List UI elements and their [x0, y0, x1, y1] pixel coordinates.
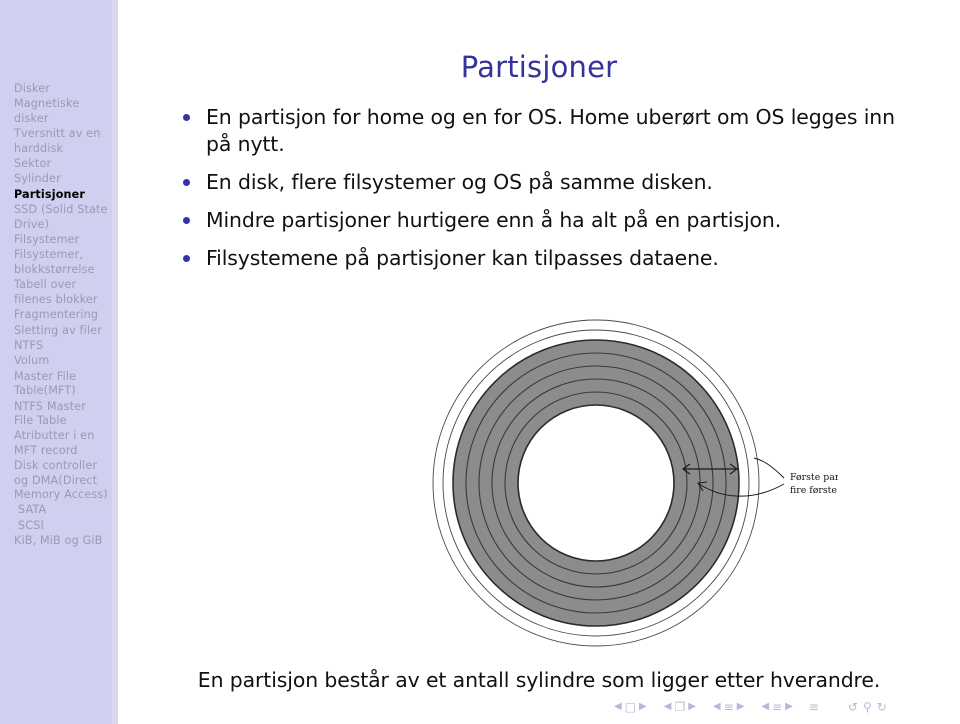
sidebar-item-label: KiB, MiB og GiB	[14, 534, 103, 548]
list-item-text: Mindre partisjoner hurtigere enn å ha al…	[206, 208, 782, 232]
list-item-text: Filsystemene på partisjoner kan tilpasse…	[206, 246, 719, 270]
disk-rings	[432, 319, 760, 647]
page-title: Partisjoner	[460, 50, 618, 84]
sidebar-item-label: NTFS	[14, 338, 44, 352]
sidebar-item-label: NTFS Master File Table	[14, 399, 86, 427]
prev-slide-icon[interactable]: ◀	[612, 702, 624, 712]
sidebar-item-disker[interactable]: Disker	[0, 82, 112, 96]
list-item-text: En disk, flere filsystemer og OS på samm…	[206, 170, 713, 194]
sidebar-item-label: SATA	[18, 503, 47, 517]
sidebar-item-scsi[interactable]: SCSI	[0, 519, 112, 533]
sidebar-item-label: Magnetiske disker	[14, 97, 80, 125]
sidebar-item-master-file-table[interactable]: Master File Table(MFT)	[0, 370, 112, 399]
sidebar-item-label: Disker	[14, 82, 51, 95]
frame-icon[interactable]: ❐	[673, 701, 686, 713]
sidebar-item-label: Sektor	[14, 157, 52, 171]
list-item: Mindre partisjoner hurtigere enn å ha al…	[180, 207, 905, 234]
sidebar-item-label: Volum	[14, 354, 50, 368]
bullet-dot-icon	[183, 179, 190, 186]
disk-platter-diagram: Første partisjon er her de fire første s…	[418, 288, 838, 678]
subsection-icon[interactable]: ≡	[723, 701, 735, 713]
sidebar-item-fragmentering[interactable]: Fragmentering	[0, 308, 112, 322]
diagram-annotation-line1: Første partisjon er her de	[790, 472, 838, 483]
sidebar-item-sletting-av-filer[interactable]: Sletting av filer	[0, 324, 112, 338]
sidebar-item-filsystemer[interactable]: Filsystemer	[0, 233, 112, 247]
slide-nav-group[interactable]: ◀ □ ▶	[612, 701, 649, 713]
sidebar-item-label: Master File Table(MFT)	[14, 369, 77, 398]
bullet-dot-icon	[183, 217, 190, 224]
sidebar-item-volum[interactable]: Volum	[0, 354, 112, 368]
sidebar-item-label: SCSI	[18, 518, 44, 532]
next-frame-icon[interactable]: ▶	[686, 702, 698, 712]
next-slide-icon[interactable]: ▶	[637, 702, 649, 712]
slide-root: Disker Magnetiske disker Tversnitt av en…	[0, 0, 960, 724]
next-section-icon[interactable]: ▶	[783, 702, 795, 712]
search-icon[interactable]: ⚲	[862, 701, 873, 713]
prev-section-icon[interactable]: ◀	[759, 702, 771, 712]
section-nav-group[interactable]: ◀ ≡ ▶	[759, 701, 794, 713]
sidebar-item-tabell-over-filenes-blokker[interactable]: Tabell over filenes blokker	[0, 278, 112, 307]
sidebar-item-label: Atributter i en MFT record	[14, 429, 95, 457]
frame-nav-group[interactable]: ◀ ❐ ▶	[662, 701, 698, 713]
sidebar-item-sektor[interactable]: Sektor	[0, 157, 112, 171]
sidebar-item-ssd[interactable]: SSD (Solid State Drive)	[0, 203, 112, 232]
sidebar-item-label: SSD (Solid State Drive)	[14, 203, 108, 231]
sidebar-item-label: Partisjoner	[14, 187, 86, 201]
list-item-text: En partisjon for home og en for OS. Home…	[206, 105, 895, 156]
sidebar-item-disk-controller-dma[interactable]: Disk controller og DMA(Direct Memory Acc…	[0, 459, 112, 502]
sidebar-item-label: Tabell over filenes blokker	[14, 278, 98, 306]
bullet-dot-icon	[183, 255, 190, 262]
list-item: Filsystemene på partisjoner kan tilpasse…	[180, 245, 905, 272]
sidebar-item-atributter-i-en-mft-record[interactable]: Atributter i en MFT record	[0, 429, 112, 458]
sidebar-item-label: Fragmentering	[14, 308, 99, 322]
back-icon[interactable]: ↺	[847, 701, 859, 713]
sidebar-item-ntfs[interactable]: NTFS	[0, 339, 112, 353]
list-item: En disk, flere filsystemer og OS på samm…	[180, 169, 905, 196]
history-nav-group[interactable]: ↺ ⚲ ↻	[847, 701, 888, 713]
diagram-annotation-line2: fire første sylinderene.	[790, 485, 838, 496]
subsection-nav-group[interactable]: ◀ ≡ ▶	[711, 701, 746, 713]
bullet-dot-icon	[183, 114, 190, 121]
sidebar-item-filsystemer-blokkstorrelse[interactable]: Filsystemer, blokkstørrelse	[0, 248, 112, 277]
sidebar-navigation[interactable]: Disker Magnetiske disker Tversnitt av en…	[0, 0, 112, 724]
sidebar-item-sata[interactable]: SATA	[0, 503, 112, 517]
sidebar-item-magnetiske-disker[interactable]: Magnetiske disker	[0, 97, 112, 126]
sidebar-item-ntfs-master-file-table[interactable]: NTFS Master File Table	[0, 400, 112, 429]
sidebar-item-label: Filsystemer, blokkstørrelse	[14, 248, 95, 276]
document-icon[interactable]: ≡	[808, 701, 820, 713]
sidebar-item-partisjoner[interactable]: Partisjoner	[0, 188, 112, 202]
document-nav-group[interactable]: ≡	[808, 701, 820, 713]
prev-subsection-icon[interactable]: ◀	[711, 702, 723, 712]
sidebar-item-label: Tversnitt av en harddisk	[14, 127, 101, 155]
beamer-navigation-symbols[interactable]: ◀ □ ▶ ◀ ❐ ▶ ◀ ≡ ▶ ◀ ≡ ▶ ≡ ↺ ⚲ ↻	[612, 696, 942, 718]
sidebar-item-label: Filsystemer	[14, 233, 80, 247]
slide-main-content: Partisjoner En partisjon for home og en …	[118, 0, 960, 724]
slide-icon[interactable]: □	[624, 701, 637, 713]
list-item: En partisjon for home og en for OS. Home…	[180, 104, 905, 158]
sidebar-item-label: Disk controller og DMA(Direct Memory Acc…	[14, 459, 108, 501]
sidebar-item-sylinder[interactable]: Sylinder	[0, 172, 112, 186]
next-subsection-icon[interactable]: ▶	[735, 702, 747, 712]
sidebar-item-tversnitt-av-en-harddisk[interactable]: Tversnitt av en harddisk	[0, 127, 112, 156]
forward-icon[interactable]: ↻	[876, 701, 888, 713]
bullet-list: En partisjon for home og en for OS. Home…	[180, 104, 905, 283]
slide-footer-caption: En partisjon består av et antall sylindr…	[197, 668, 881, 692]
sidebar-item-label: Sylinder	[14, 172, 61, 186]
section-icon[interactable]: ≡	[771, 701, 783, 713]
prev-frame-icon[interactable]: ◀	[662, 702, 674, 712]
sidebar-item-label: Sletting av filer	[14, 323, 102, 337]
sidebar-item-kib-mib-gib[interactable]: KiB, MiB og GiB	[0, 534, 112, 548]
